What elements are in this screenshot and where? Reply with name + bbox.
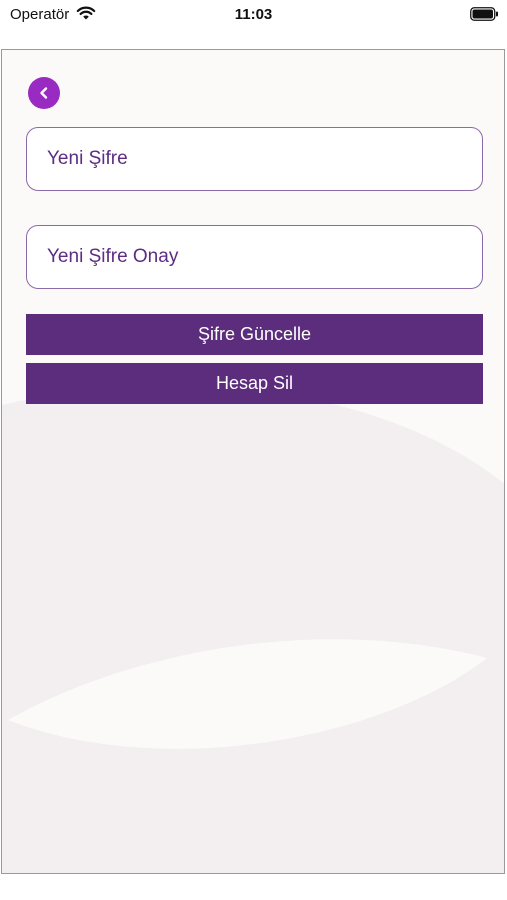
update-password-button[interactable]: Şifre Güncelle xyxy=(26,314,483,355)
delete-account-button[interactable]: Hesap Sil xyxy=(26,363,483,404)
chevron-left-icon xyxy=(40,87,48,99)
confirm-password-field[interactable] xyxy=(26,225,483,289)
back-button[interactable] xyxy=(28,77,60,109)
status-bar: Operatör 11:03 xyxy=(0,0,507,32)
app-screen: Şifre Güncelle Hesap Sil xyxy=(1,49,505,874)
clock: 11:03 xyxy=(234,6,273,23)
battery-icon xyxy=(470,7,499,26)
new-password-field[interactable] xyxy=(26,127,483,191)
confirm-password-input[interactable] xyxy=(45,245,464,269)
new-password-input[interactable] xyxy=(45,147,464,171)
